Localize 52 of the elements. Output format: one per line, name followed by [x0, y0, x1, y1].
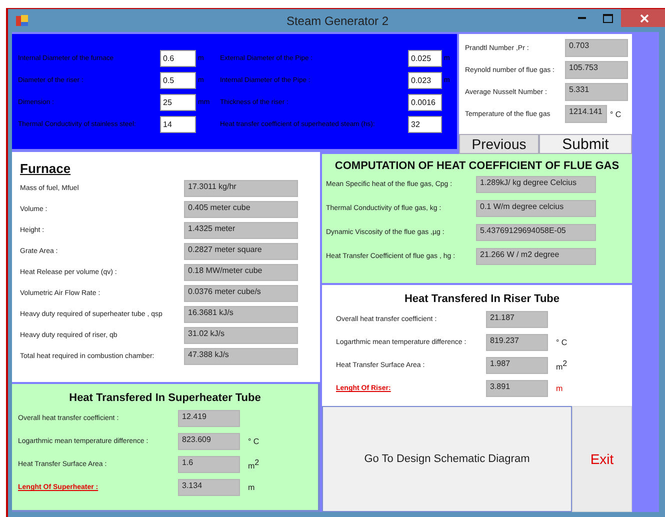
output-field: 0.18 MW/meter cube [184, 264, 298, 281]
output-field: 21.187 [486, 311, 548, 328]
input-field[interactable]: 0.5 [160, 72, 196, 89]
input-field[interactable]: 0.025 [408, 50, 442, 67]
maximize-icon [603, 14, 613, 22]
output-field: 105.753 [565, 61, 628, 79]
output-field: 819.237 [486, 334, 548, 351]
close-icon [640, 14, 648, 22]
unit-label: m [555, 384, 564, 393]
output-field: 0.1 W/m degree celcius [476, 200, 596, 217]
output-field: 17.3011 kg/hr [184, 180, 298, 197]
unit-label: m [247, 483, 256, 492]
section-title: Heat Transfered In Riser Tube [403, 293, 561, 305]
output-field: 5.43769129694058E-05 [476, 224, 596, 241]
output-field: 5.331 [565, 83, 628, 101]
output-field: 823.609 [178, 433, 240, 450]
design-diagram-button[interactable]: Go To Design Schematic Diagram [322, 406, 572, 512]
output-field: 0.0376 meter cube/s [184, 285, 298, 302]
unit-label: ° C [555, 338, 568, 347]
input-field[interactable]: 14 [160, 116, 196, 133]
minimize-icon [578, 17, 586, 19]
output-field: 16.3681 kJ/s [184, 306, 298, 323]
output-field: 12.419 [178, 410, 240, 427]
output-field: 1.6 [178, 456, 240, 473]
submit-button[interactable]: Submit [539, 134, 632, 154]
output-field: 21.266 W / m2 degree [476, 248, 596, 265]
section-title: Heat Transfered In Superheater Tube [68, 392, 262, 404]
unit-label: ° C [247, 437, 260, 446]
input-field[interactable]: 25 [160, 94, 196, 111]
section-title: Furnace [20, 161, 71, 176]
output-field: 1.289kJ/ kg degree Celcius [476, 176, 596, 193]
unit-label: ° C [610, 110, 622, 118]
window-title: Steam Generator 2 [286, 14, 389, 28]
input-field[interactable]: 0.6 [160, 50, 196, 67]
section-title: COMPUTATION OF HEAT COEFFICIENT OF FLUE GAS [334, 160, 620, 172]
output-field: 0.405 meter cube [184, 201, 298, 218]
input-field[interactable]: 32 [408, 116, 442, 133]
input-field[interactable]: 0.023 [408, 72, 442, 89]
output-field: 3.134 [178, 479, 240, 496]
close-button[interactable] [621, 9, 665, 27]
output-field: 0.2827 meter square [184, 243, 298, 260]
output-field: 1.987 [486, 357, 548, 374]
output-field: 1.4325 meter [184, 222, 298, 239]
input-field[interactable]: 0.0016 [408, 94, 442, 111]
previous-button[interactable]: Previous [459, 134, 539, 154]
exit-button[interactable]: Exit [572, 406, 632, 512]
output-field: 3.891 [486, 380, 548, 397]
output-field: 1214.141 [565, 105, 607, 123]
output-field: 47.388 kJ/s [184, 348, 298, 365]
output-field: 31.02 kJ/s [184, 327, 298, 344]
app-icon [16, 14, 28, 26]
output-field: 0.703 [565, 39, 628, 57]
